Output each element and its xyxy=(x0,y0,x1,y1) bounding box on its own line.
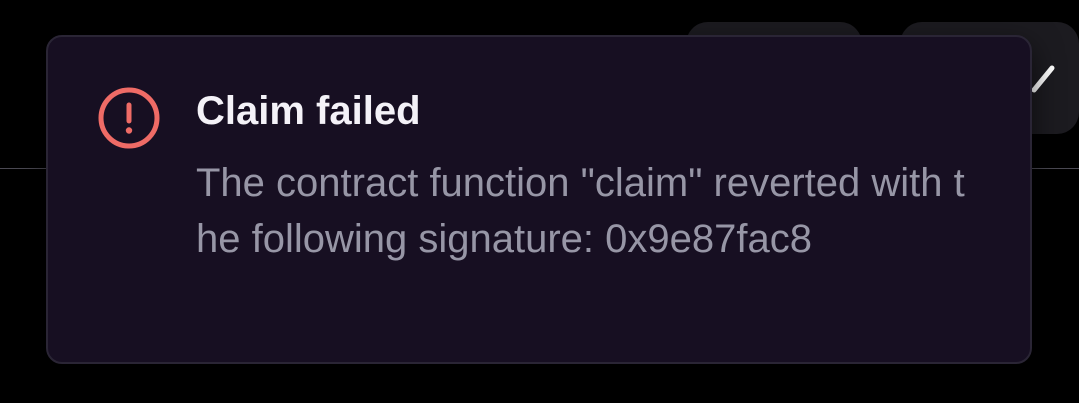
pencil-icon xyxy=(1028,62,1058,96)
error-toast: Claim failed The contract function "clai… xyxy=(46,35,1032,364)
toast-message: The contract function "claim" reverted w… xyxy=(196,161,965,261)
toast-title: Claim failed xyxy=(196,89,421,133)
alert-circle-icon xyxy=(96,85,162,151)
